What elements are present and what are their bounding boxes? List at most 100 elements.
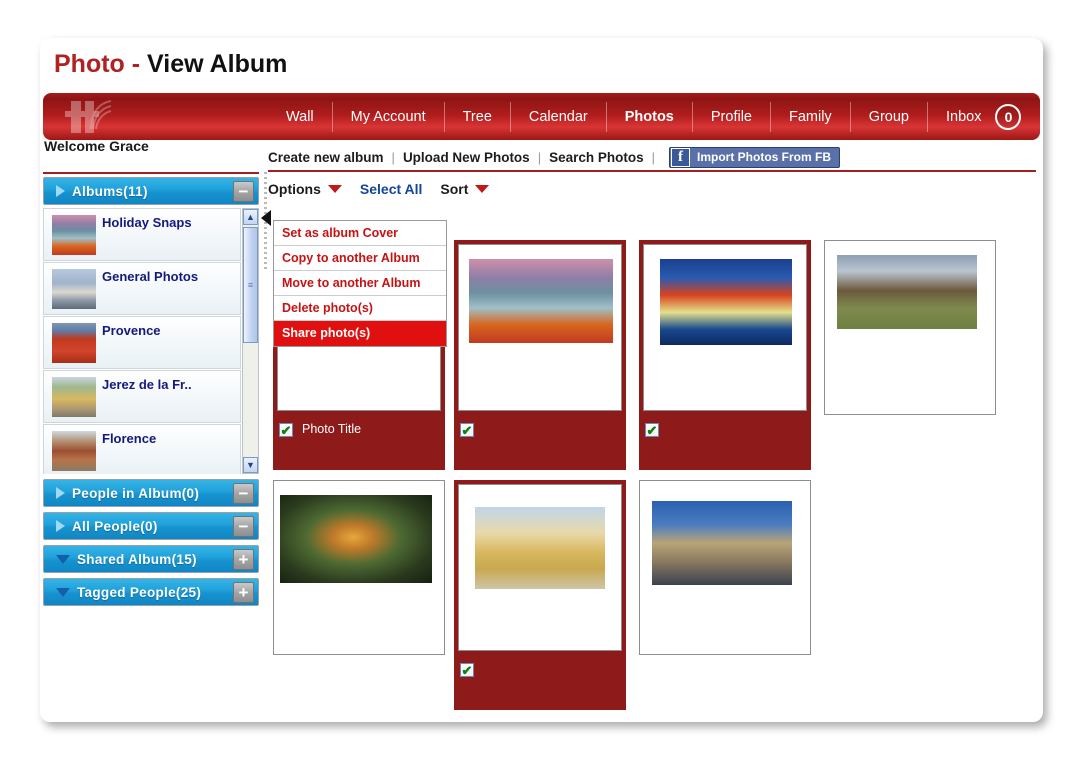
chevron-down-icon [327,185,342,193]
sidebar-panel-label: Tagged People(25) [77,584,202,600]
album-thumbnail-duomo-dome [52,430,96,471]
photo-card-footer: ✔ [458,660,622,706]
sidebar-panel-albums[interactable]: Albums(11) − [43,177,259,205]
expand-toggle-button[interactable]: + [233,549,254,570]
photo-toolbar: Options Select All Sort [268,174,1036,204]
album-name: Provence [102,323,161,338]
options-label: Options [268,181,321,197]
photo-card-footer: ✔ [643,420,807,466]
photo-frame[interactable] [639,480,811,655]
photo-card[interactable]: ✔ [454,240,626,470]
sidebar-panel-all-people[interactable]: All People(0) − [43,512,259,540]
action-links-bar: Create new album | Upload New Photos | S… [268,141,1036,173]
sidebar: Albums(11) − Holiday Snaps General Photos… [43,172,259,642]
photo-frame[interactable] [273,480,445,655]
photo-card[interactable]: ✔ [639,240,811,470]
photo-image-brandenburg-gate [475,507,605,589]
photo-select-checkbox[interactable]: ✔ [279,423,293,437]
photo-frame[interactable] [643,244,807,411]
photo-image-lake-canoes [469,259,613,343]
collapse-toggle-button[interactable]: − [233,483,254,504]
scrollbar-thumb[interactable]: ≡ [243,227,258,343]
album-list-container: Holiday Snaps General Photos Provence Jerez… [43,208,259,474]
main-content: Options Select All Sort Set as album Cov… [268,174,1036,720]
photo-select-checkbox[interactable]: ✔ [460,663,474,677]
collapse-toggle-button[interactable]: − [233,516,254,537]
expand-triangle-icon [56,185,65,197]
photo-frame[interactable] [458,484,622,651]
photo-card[interactable] [273,480,445,710]
photo-card[interactable] [824,240,996,470]
expand-triangle-icon [56,520,65,532]
album-thumbnail-lake-canoes [52,214,96,255]
album-list-scrollbar[interactable]: ▲ ≡ ▼ [242,208,259,474]
expand-toggle-button[interactable]: + [233,582,254,603]
sidebar-panel-label: Albums(11) [72,183,148,199]
main-navigation-bar: Wall My Account Tree Calendar Photos Profile F… [43,93,1040,140]
sidebar-panel-label: Shared Album(15) [77,551,197,567]
nav-item-tree[interactable]: Tree [445,101,511,132]
inbox-count-badge[interactable]: 0 [995,103,1022,130]
menu-item-delete-photo-s[interactable]: Delete photo(s) [274,296,446,321]
sidebar-panel-people-in-album[interactable]: People in Album(0) − [43,479,259,507]
photo-select-checkbox[interactable]: ✔ [460,423,474,437]
menu-item-set-as-album-cover[interactable]: Set as album Cover [274,221,446,246]
photo-image-golden-gate-bridge [660,259,792,345]
search-photos-link[interactable]: Search Photos [549,150,644,165]
album-list-item[interactable]: Jerez de la Fr.. [43,370,241,423]
album-list-item[interactable]: Provence [43,316,241,369]
sidebar-panel-tagged-people[interactable]: Tagged People(25) + [43,578,259,606]
action-separator: | [537,149,542,165]
expand-triangle-icon [56,487,65,499]
album-list-item[interactable]: Florence [43,424,241,474]
photo-frame[interactable] [824,240,996,415]
select-all-button[interactable]: Select All [360,181,423,197]
page-title: Photo - View Album [54,50,287,79]
album-list-item[interactable]: General Photos [43,262,241,315]
upload-new-photos-link[interactable]: Upload New Photos [403,150,530,165]
sort-dropdown-button[interactable]: Sort [440,181,490,197]
photo-card[interactable] [639,480,811,710]
action-bar-divider [268,170,1036,172]
album-name: Jerez de la Fr.. [102,377,192,392]
photo-title: Photo Title [302,422,362,436]
sidebar-panel-shared-album[interactable]: Shared Album(15) + [43,545,259,573]
scroll-up-arrow-icon[interactable]: ▲ [243,209,258,225]
nav-item-my-account[interactable]: My Account [333,101,445,132]
nav-item-family[interactable]: Family [771,101,851,132]
import-fb-label: Import Photos From FB [697,150,832,164]
photo-image-butterfly-flower [280,495,432,583]
nav-item-wall[interactable]: Wall [268,101,333,132]
sidebar-panel-label: People in Album(0) [72,485,200,501]
collapse-toggle-button[interactable]: − [233,181,254,202]
menu-item-share-photo-s[interactable]: Share photo(s) [274,321,446,346]
nav-item-calendar[interactable]: Calendar [511,101,607,132]
import-photos-from-fb-button[interactable]: f Import Photos From FB [669,146,841,168]
options-dropdown-button[interactable]: Options [268,181,342,197]
facebook-icon: f [671,147,691,167]
album-name: General Photos [102,269,199,284]
nav-item-photos[interactable]: Photos [607,101,693,132]
album-name: Holiday Snaps [102,215,192,230]
photo-image-flying-eagle [837,255,977,329]
album-name: Florence [102,431,157,446]
options-dropdown-menu: Set as album Cover Copy to another Album M… [273,220,447,347]
menu-item-copy-to-another-album[interactable]: Copy to another Album [274,246,446,271]
photo-select-checkbox[interactable]: ✔ [645,423,659,437]
album-thumbnail-harbor-city [52,268,96,309]
nav-item-group[interactable]: Group [851,101,928,132]
sidebar-panel-label: All People(0) [72,518,158,534]
photo-frame[interactable] [458,244,622,411]
menu-item-move-to-another-album[interactable]: Move to another Album [274,271,446,296]
photo-card[interactable]: ✔ [454,480,626,710]
nav-item-profile[interactable]: Profile [693,101,771,132]
album-list-item[interactable]: Holiday Snaps [43,208,241,261]
create-new-album-link[interactable]: Create new album [268,150,384,165]
nav-item-inbox[interactable]: Inbox [928,102,993,132]
welcome-message: Welcome Grace [44,138,149,154]
collapse-triangle-icon [56,587,70,597]
collapse-triangle-icon [56,554,70,564]
photo-image-guggenheim-bilbao [652,501,792,585]
scroll-down-arrow-icon[interactable]: ▼ [243,457,258,473]
album-thumbnail-street-plaza [52,376,96,417]
